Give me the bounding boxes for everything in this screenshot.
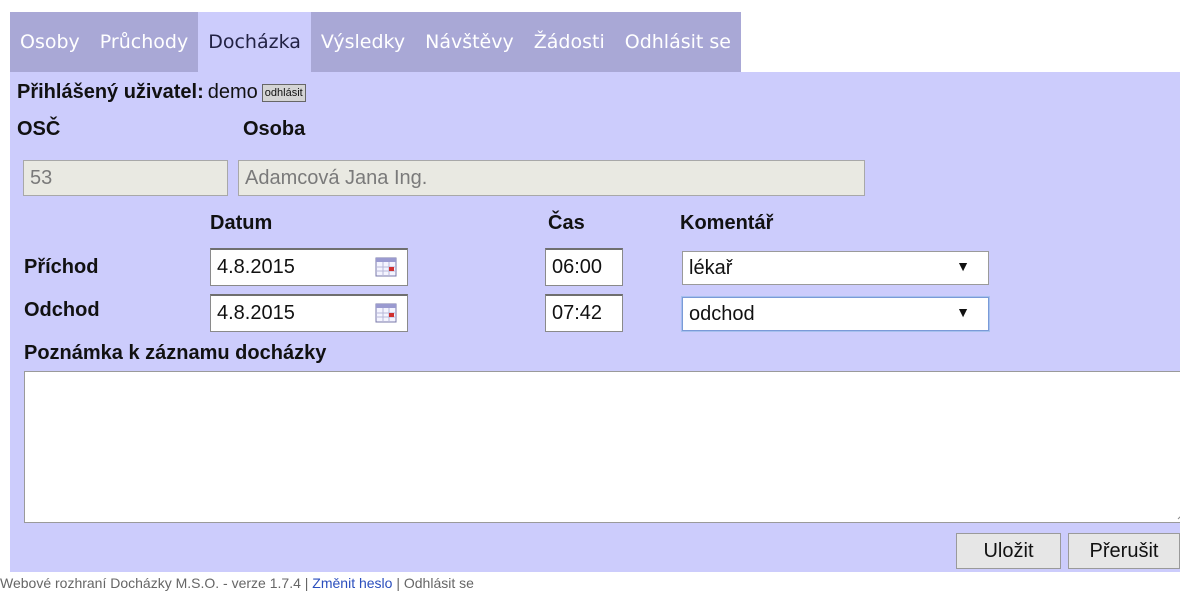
osc-field: 53 [23, 160, 228, 196]
chevron-down-icon: ▼ [956, 258, 970, 274]
arrival-date-value: 4.8.2015 [217, 256, 295, 278]
save-button[interactable]: Uložit [956, 533, 1061, 569]
change-password-link[interactable]: Změnit heslo [312, 575, 392, 591]
arrival-time-input[interactable]: 06:00 [545, 248, 623, 286]
resize-grip-icon[interactable] [1175, 508, 1180, 520]
departure-comment-select[interactable]: odchod ▼ [682, 297, 989, 331]
logged-user-name: demo [207, 81, 258, 103]
calendar-icon[interactable] [375, 257, 397, 277]
arrival-comment-value: lékař [689, 256, 733, 279]
footer-separator: | [304, 575, 309, 591]
osoba-field: Adamcová Jana Ing. [238, 160, 865, 196]
cancel-button[interactable]: Přerušit [1068, 533, 1180, 569]
departure-date-value: 4.8.2015 [217, 302, 295, 324]
tab-vysledky[interactable]: Výsledky [310, 12, 416, 72]
main-tabs: Osoby Průchody Docházka Výsledky Návštěv… [10, 12, 741, 72]
logged-user-line: Přihlášený uživatel: demo odhlásit [17, 81, 306, 104]
attendance-form-panel: Přihlášený uživatel: demo odhlásit OSČ O… [10, 72, 1180, 572]
note-textarea[interactable] [24, 371, 1180, 523]
departure-comment-value: odchod [689, 302, 755, 325]
tab-zadosti[interactable]: Žádosti [523, 12, 615, 72]
logged-user-label: Přihlášený uživatel: [17, 81, 204, 103]
osc-label: OSČ [17, 118, 61, 140]
datum-header: Datum [210, 212, 273, 234]
komentar-header: Komentář [680, 212, 774, 234]
chevron-down-icon: ▼ [956, 304, 970, 320]
note-label: Poznámka k záznamu docházky [24, 342, 327, 364]
calendar-icon[interactable] [375, 303, 397, 323]
tab-osoby[interactable]: Osoby [10, 12, 90, 72]
footer-separator: | [396, 575, 400, 591]
tab-navstevy[interactable]: Návštěvy [415, 12, 524, 72]
footer-version-text: Webové rozhraní Docházky M.S.O. - verze … [0, 575, 301, 591]
arrival-date-input[interactable]: 4.8.2015 [210, 248, 408, 286]
osoba-label: Osoba [243, 118, 306, 140]
footer-logout-link[interactable]: Odhlásit se [404, 575, 474, 591]
departure-time-input[interactable]: 07:42 [545, 294, 623, 332]
arrival-label: Příchod [24, 256, 99, 278]
logout-small-button[interactable]: odhlásit [261, 83, 306, 102]
tab-pruchody[interactable]: Průchody [89, 12, 199, 72]
arrival-comment-select[interactable]: lékař ▼ [682, 251, 989, 285]
cas-header: Čas [548, 212, 585, 234]
tab-odhlasit[interactable]: Odhlásit se [614, 12, 741, 72]
footer: Webové rozhraní Docházky M.S.O. - verze … [0, 575, 474, 591]
tab-dochazka[interactable]: Docházka [198, 12, 311, 72]
departure-date-input[interactable]: 4.8.2015 [210, 294, 408, 332]
departure-label: Odchod [24, 299, 100, 321]
